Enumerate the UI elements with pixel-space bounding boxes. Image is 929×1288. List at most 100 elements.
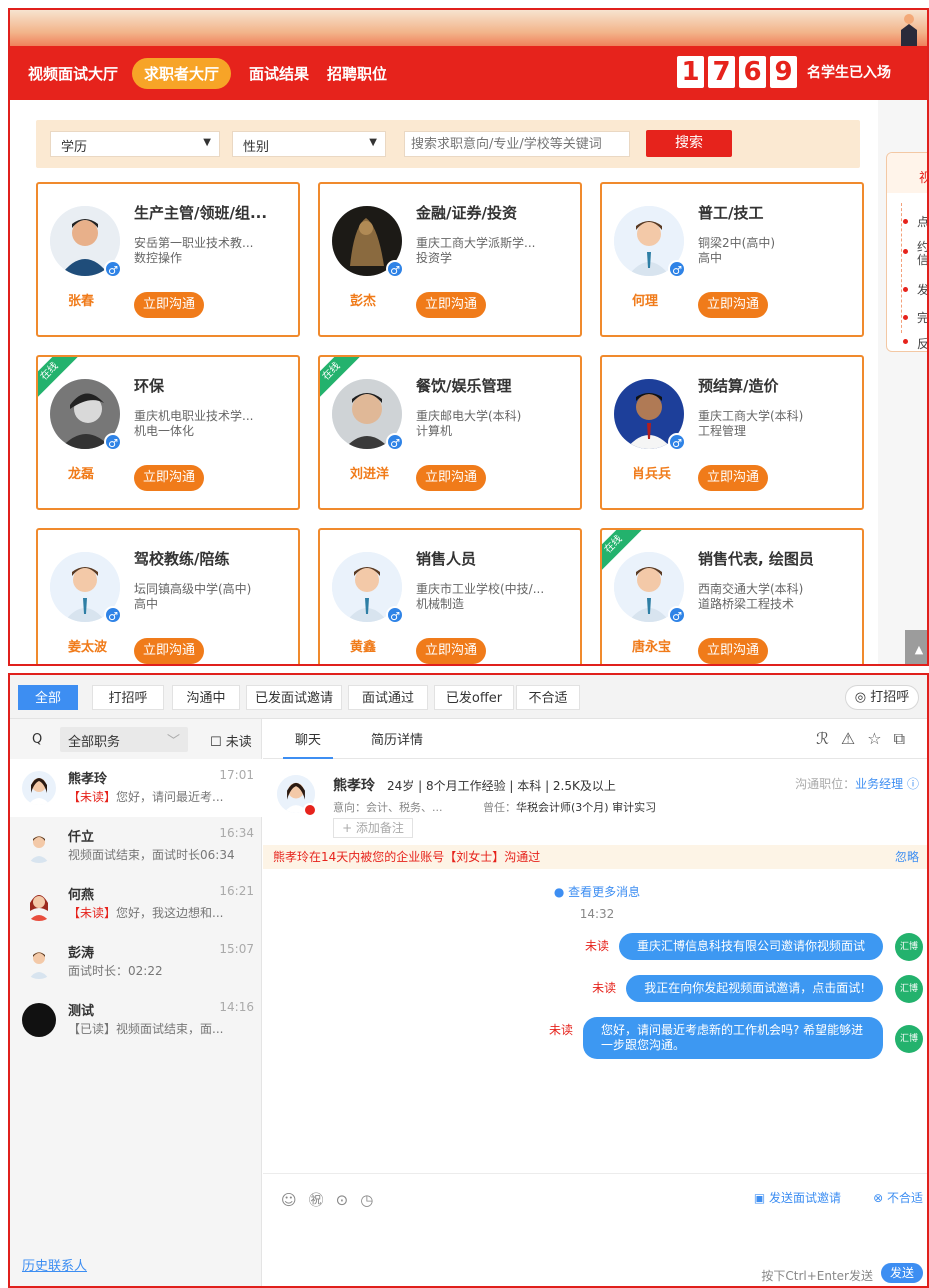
ignore-link[interactable]: 忽略 — [895, 845, 919, 869]
conversation-time: 16:21 — [219, 884, 254, 898]
male-icon: ♂ — [668, 433, 686, 451]
gender-select[interactable]: 性别 ▼ — [232, 131, 386, 157]
candidate-card[interactable]: ♂ 生产主管/领班/组... 安岳第一职业技术教... 数控操作 张春 立即沟通 — [36, 182, 300, 337]
send-button[interactable]: 发送 — [881, 1263, 923, 1283]
share-contact-icon[interactable]: ℛ — [816, 729, 841, 748]
nav-job-seeker-hall[interactable]: 求职者大厅 — [132, 57, 232, 89]
nav-job-postings[interactable]: 招聘职位 — [327, 57, 387, 90]
candidate-card[interactable]: 在线 ♂ 餐饮/娱乐管理 重庆邮电大学(本科) 计算机 刘进洋 立即沟通 — [318, 355, 582, 510]
preview-text: 您好，我这边想和... — [116, 906, 224, 920]
stage-offer-sent[interactable]: 已发offer — [434, 685, 514, 710]
education-select[interactable]: 学历 ▼ — [50, 131, 220, 157]
chat-now-button[interactable]: 立即沟通 — [698, 465, 768, 491]
conversation-preview: 【未读】您好，我这边想和... — [68, 904, 248, 921]
location-icon[interactable]: ⊙ — [336, 1191, 361, 1209]
greet-button[interactable]: ◎ 打招呼 — [845, 685, 919, 710]
card-job-title: 普工/技工 — [698, 204, 764, 222]
card-job-title: 销售人员 — [416, 550, 477, 568]
stage-passed[interactable]: 面试通过 — [348, 685, 428, 710]
male-icon: ♂ — [668, 260, 686, 278]
history-contacts-link[interactable]: 历史联系人 — [22, 1255, 87, 1274]
conversation-name: 何燕 — [68, 888, 95, 903]
gender-select-label: 性别 — [243, 140, 270, 155]
job-filter-label: 全部职务 — [68, 735, 121, 750]
job-filter-select[interactable]: 全部职务 ﹀ — [60, 727, 188, 752]
message-tools: ☺㊗⊙◷ — [281, 1189, 385, 1210]
candidate-intent: 意向：会计、税务、... — [333, 801, 443, 814]
chat-now-button[interactable]: 立即沟通 — [134, 638, 204, 664]
scroll-to-top-button[interactable]: ▲ — [905, 630, 927, 664]
unread-tag: 【未读】 — [68, 906, 117, 920]
avatar — [22, 887, 56, 921]
search-button[interactable]: 搜索 — [646, 130, 732, 157]
clock-icon[interactable]: ◷ — [360, 1191, 385, 1209]
chat-now-button[interactable]: 立即沟通 — [416, 465, 486, 491]
tab-chat[interactable]: 聊天 — [283, 731, 334, 759]
conversation-item[interactable]: 彭涛 15:07 面试时长：02:22 — [10, 933, 262, 991]
conversation-time: 14:16 — [219, 1000, 254, 1014]
conversation-preview: 视频面试结束，面试时长06:34 — [68, 846, 248, 863]
stage-communicating[interactable]: 沟通中 — [172, 685, 240, 710]
send-interview-invite-button[interactable]: ▣ 发送面试邀请 — [754, 1189, 841, 1206]
add-note-button[interactable]: + 添加备注 — [333, 818, 413, 838]
stage-all[interactable]: 全部 — [18, 685, 78, 710]
candidate-card[interactable]: ♂ 普工/技工 铜梁2中(高中) 高中 何理 立即沟通 — [600, 182, 864, 337]
chat-management-panel: 全部 打招呼 沟通中 已发面试邀请 面试通过 已发offer 不合适 ◎ 打招呼… — [8, 673, 929, 1288]
chat-now-button[interactable]: 立即沟通 — [698, 638, 768, 664]
conversation-item[interactable]: 熊孝玲 17:01 【未读】您好，请问最近考... — [10, 759, 262, 817]
chat-now-button[interactable]: 立即沟通 — [698, 292, 768, 318]
position-value[interactable]: 业务经理 — [855, 777, 903, 791]
candidate-card[interactable]: 在线 ♂ 销售代表, 绘图员 西南交通大学(本科) 道路桥梁工程技术 唐永宝 立… — [600, 528, 864, 664]
info-icon[interactable]: ⓘ — [907, 777, 919, 791]
nav-video-interview-hall[interactable]: 视频面试大厅 — [28, 57, 118, 90]
phrase-icon[interactable]: ㊗ — [309, 1191, 336, 1209]
view-more-messages[interactable]: ● 查看更多消息 — [263, 883, 927, 900]
chat-message: 未读 您好，请问最近考虑新的工作机会吗? 希望能够进一步跟您沟通。 汇博 — [549, 1017, 923, 1059]
tab-resume-details[interactable]: 简历详情 — [359, 731, 435, 759]
chat-now-button[interactable]: 立即沟通 — [134, 465, 204, 491]
candidate-card[interactable]: 在线 ♂ 环保 重庆机电职业技术学... 机电一体化 龙磊 立即沟通 — [36, 355, 300, 510]
conversation-preview: 【已读】视频面试结束，面... — [68, 1020, 248, 1037]
stage-greeted[interactable]: 打招呼 — [92, 685, 164, 710]
conversation-list: Q 全部职务 ﹀ ☐ 未读 熊孝玲 17:01 【未读】您好，请问最近考... … — [10, 719, 262, 1286]
side-guide-panel: 视 点 约信 发 完 反 — [886, 152, 929, 352]
candidate-card[interactable]: ♂ 金融/证券/投资 重庆工商大学派斯学... 投资学 彭杰 立即沟通 — [318, 182, 582, 337]
star-icon[interactable]: ☆ — [867, 729, 893, 748]
candidate-card[interactable]: ♂ 销售人员 重庆市工业学校(中技/... 机械制造 黄鑫 立即沟通 — [318, 528, 582, 664]
unsuitable-button[interactable]: ⊗ 不合适 — [873, 1189, 923, 1206]
message-bubble: 重庆汇博信息科技有限公司邀请你视频面试 — [618, 933, 883, 960]
card-job-title: 餐饮/娱乐管理 — [416, 377, 512, 395]
company-avatar: 汇博 — [895, 933, 923, 961]
send-hint: 按下Ctrl+Enter发送 — [761, 1269, 873, 1283]
stage-unsuitable[interactable]: 不合适 — [516, 685, 580, 710]
message-status: 未读 — [548, 1023, 573, 1037]
edit-icon[interactable]: ⧉ — [894, 729, 917, 748]
conversation-name: 仟立 — [68, 830, 95, 845]
stage-invited[interactable]: 已发面试邀请 — [246, 685, 342, 710]
chat-now-button[interactable]: 立即沟通 — [416, 292, 486, 318]
top-nav: 视频面试大厅 求职者大厅 面试结果 招聘职位 1 7 6 9 名学生已入场 — [10, 46, 927, 100]
side-panel-item: 发 — [917, 283, 929, 297]
candidate-card[interactable]: ♂ 驾校教练/陪练 坛同镇高级中学(高中) 高中 姜太波 立即沟通 — [36, 528, 300, 664]
card-job-title: 销售代表, 绘图员 — [698, 550, 814, 568]
emoji-icon[interactable]: ☺ — [281, 1191, 309, 1209]
conversation-item[interactable]: 何燕 16:21 【未读】您好，我这边想和... — [10, 875, 262, 933]
counter-label: 名学生已入场 — [807, 65, 891, 81]
search-icon[interactable]: Q — [32, 732, 42, 747]
keyword-search-input[interactable] — [404, 131, 630, 157]
chat-now-button[interactable]: 立即沟通 — [416, 638, 486, 664]
unread-checkbox[interactable]: ☐ 未读 — [210, 731, 252, 750]
candidate-card[interactable]: ♂ 预结算/造价 重庆工商大学(本科) 工程管理 肖兵兵 立即沟通 — [600, 355, 864, 510]
job-seeker-hall-panel: 视频面试大厅 求职者大厅 面试结果 招聘职位 1 7 6 9 名学生已入场 视 … — [8, 8, 929, 666]
conversation-item[interactable]: 测试 14:16 【已读】视频面试结束，面... — [10, 991, 262, 1049]
chat-now-button[interactable]: 立即沟通 — [134, 292, 204, 318]
header-icons: ℛ⚠☆⧉ — [816, 729, 917, 749]
timeline-dot — [903, 219, 908, 224]
card-major: 高中 — [698, 251, 723, 265]
report-icon[interactable]: ⚠ — [841, 729, 867, 748]
education-select-label: 学历 — [61, 140, 88, 155]
nav-interview-results[interactable]: 面试结果 — [249, 57, 309, 90]
conversation-item[interactable]: 仟立 16:34 视频面试结束，面试时长06:34 — [10, 817, 262, 875]
card-name: 刘进洋 — [350, 467, 390, 482]
card-major: 道路桥梁工程技术 — [698, 597, 795, 611]
